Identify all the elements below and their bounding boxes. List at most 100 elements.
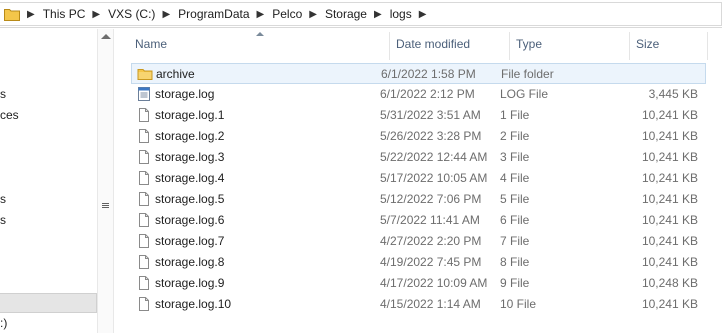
navigation-pane[interactable]: s ces s s :) <box>0 29 114 333</box>
file-row-storage-log[interactable]: storage.log 6/1/2022 2:12 PM LOG File 3,… <box>131 84 706 105</box>
file-icon <box>136 170 152 186</box>
file-row-archive[interactable]: archive 6/1/2022 1:58 PM File folder <box>131 63 706 84</box>
file-name: storage.log.7 <box>155 234 225 248</box>
file-icon <box>136 212 152 228</box>
file-icon <box>136 149 152 165</box>
file-row[interactable]: storage.log.5 5/12/2022 7:06 PM 5 File 1… <box>131 189 706 210</box>
file-type: 6 File <box>500 213 530 227</box>
file-name: storage.log.3 <box>155 150 225 164</box>
sort-ascending-icon <box>256 32 264 36</box>
file-date: 6/1/2022 2:12 PM <box>380 87 475 101</box>
chevron-right-icon[interactable]: ▶ <box>374 9 382 20</box>
file-icon <box>136 107 152 123</box>
file-type: LOG File <box>500 87 549 101</box>
breadcrumb-programdata[interactable]: ProgramData <box>178 7 249 21</box>
nav-item-selected[interactable] <box>0 293 97 313</box>
file-date: 5/7/2022 11:41 AM <box>380 213 480 227</box>
file-row[interactable]: storage.log.6 5/7/2022 11:41 AM 6 File 1… <box>131 210 706 231</box>
file-icon <box>136 128 152 144</box>
breadcrumb[interactable]: ▶ This PC ▶ VXS (C:) ▶ ProgramData ▶ Pel… <box>0 2 722 26</box>
file-date: 4/15/2022 1:14 AM <box>380 297 481 311</box>
column-header-name[interactable]: Name <box>135 37 167 54</box>
chevron-right-icon[interactable]: ▶ <box>92 9 100 20</box>
file-row[interactable]: storage.log.7 4/27/2022 2:20 PM 7 File 1… <box>131 231 706 252</box>
file-row[interactable]: storage.log.9 4/17/2022 10:09 AM 9 File … <box>131 273 706 294</box>
column-header-size[interactable]: Size <box>636 37 659 54</box>
file-name: storage.log.10 <box>155 297 232 311</box>
file-size: 10,241 KB <box>641 255 698 269</box>
file-type: 4 File <box>500 171 530 185</box>
file-name: archive <box>156 67 195 81</box>
file-type: 1 File <box>500 108 530 122</box>
file-row[interactable]: storage.log.3 5/22/2022 12:44 AM 3 File … <box>131 147 706 168</box>
scroll-up-arrow-icon[interactable] <box>101 34 111 39</box>
file-size: 10,241 KB <box>641 297 698 311</box>
breadcrumb-storage[interactable]: Storage <box>325 7 367 21</box>
nav-item[interactable]: ces <box>0 108 19 122</box>
file-type: 10 File <box>500 297 537 311</box>
nav-item[interactable]: s <box>0 87 6 101</box>
column-divider[interactable] <box>707 32 708 60</box>
file-row[interactable]: storage.log.1 5/31/2022 3:51 AM 1 File 1… <box>131 105 706 126</box>
chevron-right-icon[interactable]: ▶ <box>162 9 170 20</box>
breadcrumb-vxs-drive[interactable]: VXS (C:) <box>108 7 155 21</box>
file-name: storage.log.1 <box>155 108 225 122</box>
file-date: 5/17/2022 10:05 AM <box>380 171 488 185</box>
column-divider[interactable] <box>629 32 630 60</box>
file-row[interactable]: storage.log.8 4/19/2022 7:45 PM 8 File 1… <box>131 252 706 273</box>
address-bar[interactable]: ▶ This PC ▶ VXS (C:) ▶ ProgramData ▶ Pel… <box>0 0 722 28</box>
file-size: 10,241 KB <box>641 129 698 143</box>
column-header-date[interactable]: Date modified <box>396 37 470 54</box>
nav-item[interactable]: :) <box>0 316 7 330</box>
file-type: 7 File <box>500 234 530 248</box>
column-divider[interactable] <box>389 32 390 60</box>
file-type: 5 File <box>500 192 530 206</box>
file-date: 4/27/2022 2:20 PM <box>380 234 482 248</box>
scroll-thumb-grip-icon[interactable] <box>101 202 110 211</box>
breadcrumb-logs[interactable]: logs <box>390 7 412 21</box>
file-size: 10,241 KB <box>641 234 698 248</box>
folder-icon <box>4 8 20 21</box>
file-type: 9 File <box>500 276 530 290</box>
folder-icon <box>137 66 153 82</box>
file-list[interactable]: Name Date modified Type Size archive 6/1… <box>115 29 722 333</box>
file-icon <box>136 275 152 291</box>
breadcrumb-pelco[interactable]: Pelco <box>272 7 302 21</box>
file-type: File folder <box>501 67 554 81</box>
chevron-right-icon[interactable]: ▶ <box>419 9 427 20</box>
file-date: 5/12/2022 7:06 PM <box>380 192 482 206</box>
file-name: storage.log.9 <box>155 276 225 290</box>
file-type: 3 File <box>500 150 530 164</box>
file-size: 3,445 KB <box>648 87 698 101</box>
file-name: storage.log.4 <box>155 171 225 185</box>
column-header-type[interactable]: Type <box>516 37 542 54</box>
file-name: storage.log <box>155 87 215 101</box>
file-size: 10,241 KB <box>641 192 698 206</box>
file-date: 4/19/2022 7:45 PM <box>380 255 482 269</box>
file-size: 10,248 KB <box>641 276 698 290</box>
file-size: 10,241 KB <box>641 150 698 164</box>
nav-scrollbar[interactable] <box>97 29 114 333</box>
chevron-right-icon[interactable]: ▶ <box>309 9 317 20</box>
nav-item[interactable]: s <box>0 213 6 227</box>
file-row[interactable]: storage.log.2 5/26/2022 3:28 PM 2 File 1… <box>131 126 706 147</box>
log-file-icon <box>136 86 152 102</box>
column-divider[interactable] <box>509 32 510 60</box>
file-date: 5/26/2022 3:28 PM <box>380 129 482 143</box>
file-name: storage.log.5 <box>155 192 225 206</box>
file-date: 4/17/2022 10:09 AM <box>380 276 488 290</box>
file-type: 2 File <box>500 129 530 143</box>
nav-item[interactable]: s <box>0 192 6 206</box>
file-icon <box>136 233 152 249</box>
file-size: 10,241 KB <box>641 108 698 122</box>
file-date: 5/31/2022 3:51 AM <box>380 108 481 122</box>
chevron-right-icon[interactable]: ▶ <box>27 9 35 20</box>
chevron-right-icon[interactable]: ▶ <box>257 9 265 20</box>
breadcrumb-this-pc[interactable]: This PC <box>43 7 86 21</box>
file-icon <box>136 254 152 270</box>
file-icon <box>136 296 152 312</box>
file-row[interactable]: storage.log.4 5/17/2022 10:05 AM 4 File … <box>131 168 706 189</box>
file-row[interactable]: storage.log.10 4/15/2022 1:14 AM 10 File… <box>131 294 706 315</box>
file-date: 5/22/2022 12:44 AM <box>380 150 488 164</box>
file-type: 8 File <box>500 255 530 269</box>
